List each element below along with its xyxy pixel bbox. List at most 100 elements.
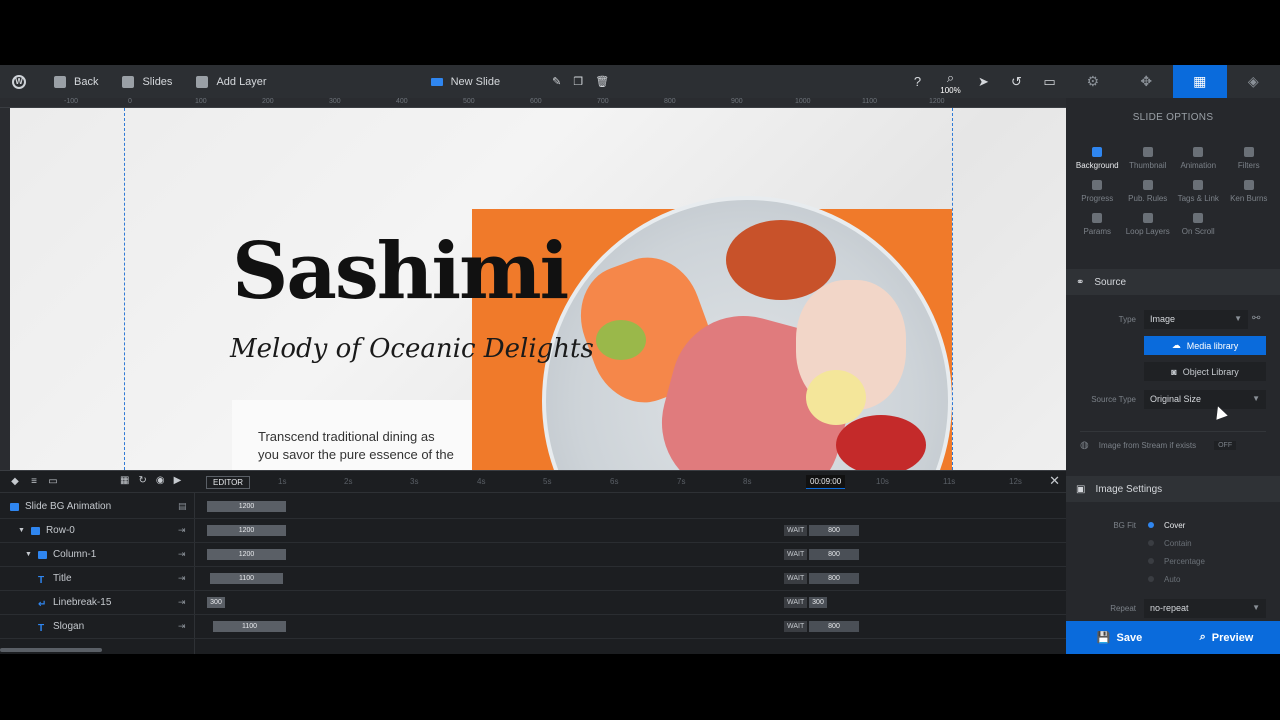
- option-filters[interactable]: Filters: [1224, 147, 1275, 170]
- tab-navigation[interactable]: ✥: [1120, 65, 1174, 98]
- lime-garnish: [596, 320, 646, 360]
- row-end-icon[interactable]: ⇥: [178, 621, 186, 632]
- grid-icon[interactable]: ▦: [120, 475, 129, 486]
- help-button[interactable]: ?: [901, 65, 934, 98]
- undo-button[interactable]: ↺: [1000, 65, 1033, 98]
- zoom-level: 100%: [940, 86, 961, 95]
- tab-slide-options[interactable]: ▦: [1173, 65, 1227, 98]
- row-icon: [30, 526, 40, 535]
- text-box[interactable]: Transcend traditional dining as you savo…: [232, 400, 472, 470]
- chevron-down-icon: ▼: [1252, 394, 1260, 403]
- slide-selector[interactable]: New Slide: [419, 65, 513, 98]
- back-button[interactable]: Back: [42, 65, 110, 98]
- slide-actions: ✎ ❐ 🗑: [552, 65, 609, 98]
- monitor-icon: ▭: [1043, 73, 1056, 89]
- folder-icon[interactable]: ▭: [48, 476, 58, 487]
- loop-icon: [1142, 213, 1153, 223]
- row-end-icon[interactable]: ⇥: [178, 525, 186, 536]
- option-thumbnail[interactable]: Thumbnail: [1123, 147, 1174, 170]
- globe-icon: ◍: [1080, 440, 1089, 451]
- timeline-row[interactable]: ▼ Row-0 ⇥ 1200 WAIT 800: [0, 519, 1066, 543]
- desktop-view-button[interactable]: ▭: [1033, 65, 1066, 98]
- row-end-icon[interactable]: ⇥: [178, 549, 186, 560]
- sidebar-title: SLIDE OPTIONS: [1132, 112, 1214, 123]
- loop-icon[interactable]: ↻: [138, 475, 146, 486]
- tab-layers[interactable]: ◈: [1227, 65, 1280, 98]
- timeline-row[interactable]: T Title ⇥ 1100 WAIT 800: [0, 567, 1066, 591]
- delete-icon[interactable]: 🗑: [595, 75, 609, 88]
- option-on-scroll[interactable]: On Scroll: [1173, 213, 1224, 236]
- search-icon: ⌕: [1199, 631, 1206, 643]
- back-label: Back: [74, 75, 99, 88]
- option-ken-burns[interactable]: Ken Burns: [1224, 180, 1275, 203]
- stream-row: ◍ Image from Stream if exists OFF: [1080, 431, 1266, 459]
- source-type-select[interactable]: Original Size ▼: [1144, 390, 1266, 409]
- pointer-button[interactable]: ➤: [967, 65, 1000, 98]
- zoom-button[interactable]: ⌕ 100%: [934, 65, 967, 98]
- save-button[interactable]: 💾 Save: [1066, 621, 1173, 654]
- fit-auto-radio[interactable]: Auto: [1148, 575, 1180, 584]
- option-params[interactable]: Params: [1072, 213, 1123, 236]
- camera-icon: ◙: [1171, 366, 1177, 377]
- layers-icon[interactable]: ◆: [10, 476, 20, 487]
- row-end-icon[interactable]: ⇥: [178, 597, 186, 608]
- timeline-row[interactable]: ▼ Column-1 ⇥ 1200 WAIT 800: [0, 543, 1066, 567]
- edit-icon[interactable]: ✎: [552, 75, 561, 88]
- media-library-button[interactable]: ☁ Media library: [1144, 336, 1266, 355]
- play-icon[interactable]: ▶: [174, 475, 182, 486]
- add-layer-button[interactable]: Add Layer: [184, 65, 278, 98]
- add-layer-label: Add Layer: [216, 75, 267, 88]
- option-animation[interactable]: Animation: [1173, 147, 1224, 170]
- wordpress-icon: W: [12, 74, 26, 89]
- timeline-row[interactable]: Slide BG Animation ▤ 1200: [0, 495, 1066, 519]
- object-library-button[interactable]: ◙ Object Library: [1144, 362, 1266, 381]
- vertical-ruler: [0, 108, 10, 470]
- fit-percentage-radio[interactable]: Percentage: [1148, 557, 1205, 566]
- tab-general-settings[interactable]: ⚙: [1066, 65, 1120, 98]
- timeline-controls: ▦ ↻ ◉ ▶: [120, 475, 181, 486]
- slides-button[interactable]: Slides: [110, 65, 184, 98]
- cloud-icon: ☁: [1171, 340, 1181, 350]
- row-settings-icon[interactable]: ▤: [178, 501, 187, 512]
- fit-cover-radio[interactable]: Cover: [1148, 521, 1185, 530]
- progress-icon: [1092, 180, 1103, 190]
- list-icon[interactable]: ≡: [29, 476, 39, 487]
- slide-title[interactable]: Sashimi: [232, 226, 569, 317]
- stream-toggle[interactable]: OFF: [1214, 441, 1237, 450]
- scroll-icon: [1193, 213, 1204, 223]
- wordpress-button[interactable]: W: [0, 65, 38, 98]
- type-label: Type: [1118, 315, 1136, 324]
- timeline-row[interactable]: ↵ Linebreak-15 ⇥ 300 WAIT 300: [0, 591, 1066, 615]
- close-timeline-icon[interactable]: ✕: [1049, 473, 1060, 489]
- option-background[interactable]: Background: [1072, 147, 1123, 170]
- bg-fit-label: BG Fit: [1113, 521, 1136, 530]
- image-settings-header[interactable]: ▣ Image Settings: [1066, 476, 1280, 502]
- code-icon: [1193, 180, 1204, 190]
- info-icon: [1092, 213, 1103, 223]
- option-loop-layers[interactable]: Loop Layers: [1123, 213, 1174, 236]
- zoom-icon: ⌕: [946, 69, 955, 85]
- editor-tag[interactable]: EDITOR: [206, 476, 251, 489]
- slide-slogan[interactable]: Melody of Oceanic Delights: [230, 334, 594, 364]
- toolbar-right: ? ⌕ 100% ➤ ↺ ▭: [901, 65, 1066, 98]
- horizontal-scrollbar[interactable]: [0, 648, 102, 652]
- option-progress[interactable]: Progress: [1072, 180, 1123, 203]
- globe-icon[interactable]: ◉: [156, 475, 165, 486]
- source-section-header[interactable]: ⚭ Source: [1066, 269, 1280, 295]
- fit-contain-radio[interactable]: Contain: [1148, 539, 1192, 548]
- repeat-select[interactable]: no-repeat ▼: [1144, 599, 1266, 618]
- type-select[interactable]: Image ▼: [1144, 310, 1248, 329]
- current-time[interactable]: 00:09:00: [806, 475, 846, 489]
- chevron-down-icon: ▼: [1234, 314, 1242, 323]
- timeline-row[interactable]: T Slogan ⇥ 1100 WAIT 800: [0, 615, 1066, 639]
- collapse-icon[interactable]: ▼: [25, 551, 32, 558]
- collapse-icon[interactable]: ▼: [18, 527, 25, 534]
- link-icon[interactable]: ⚯: [1252, 313, 1260, 324]
- slide-canvas[interactable]: Sashimi Melody of Oceanic Delights Trans…: [10, 108, 1066, 470]
- option-pub-rules[interactable]: Pub. Rules: [1123, 180, 1174, 203]
- preview-button[interactable]: ⌕ Preview: [1173, 621, 1280, 654]
- option-tags-link[interactable]: Tags & Link: [1173, 180, 1224, 203]
- row-end-icon[interactable]: ⇥: [178, 573, 186, 584]
- gear-icon: ⚙: [1086, 73, 1100, 89]
- duplicate-icon[interactable]: ❐: [573, 75, 583, 88]
